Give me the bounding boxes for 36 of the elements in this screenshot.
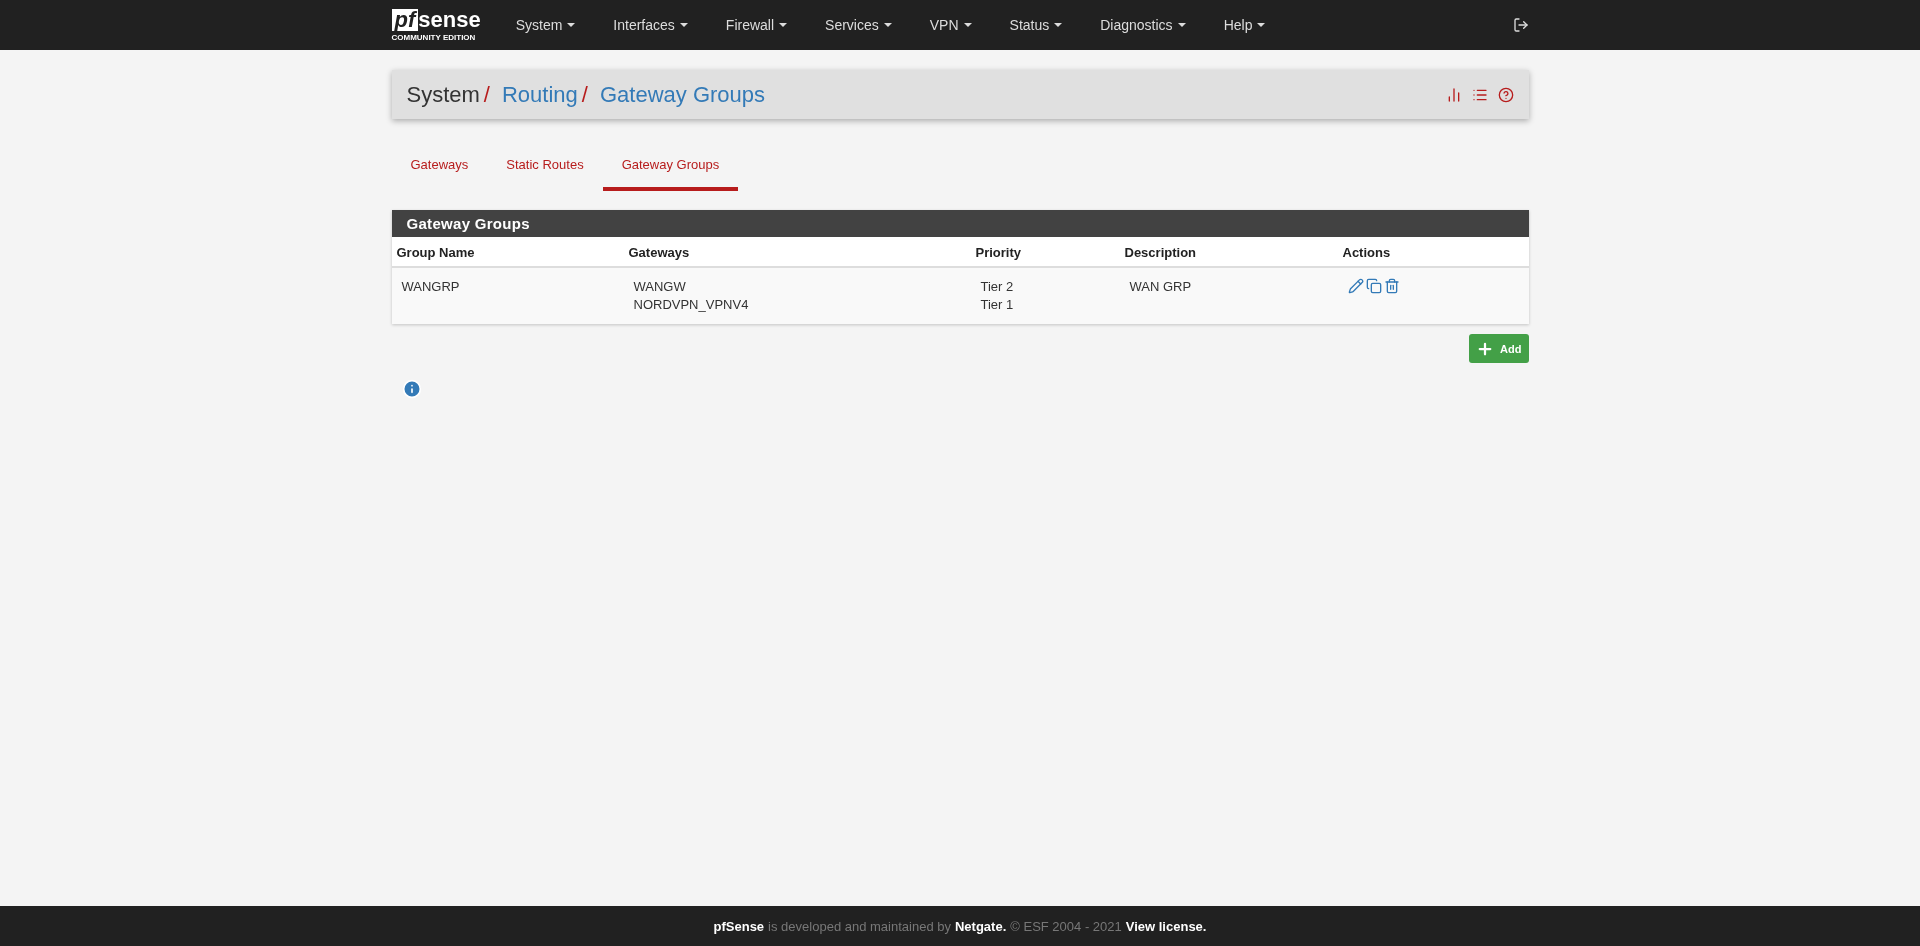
- logout-icon[interactable]: [1512, 17, 1529, 33]
- trash-icon[interactable]: [1383, 278, 1400, 294]
- footer-link[interactable]: View license.: [1125, 918, 1207, 934]
- breadcrumb-separator: /: [581, 81, 588, 108]
- info-icon[interactable]: [401, 379, 422, 399]
- nav-menu-item[interactable]: Firewall: [706, 17, 807, 33]
- nav-menu-item[interactable]: Interfaces: [594, 17, 707, 33]
- help-icon[interactable]: [1497, 86, 1514, 103]
- logo-mark: pf: [391, 8, 419, 31]
- nav-menu-item[interactable]: Diagnostics: [1081, 17, 1205, 33]
- footer-text: pfSense: [713, 918, 765, 934]
- footer-text: © ESF 2004 - 2021: [1010, 918, 1122, 934]
- logo-edition: COMMUNITY EDITION: [391, 32, 476, 42]
- tab[interactable]: Static Routes: [487, 141, 603, 191]
- nav-menu-item[interactable]: System: [496, 17, 595, 33]
- panel-title: Gateway Groups: [391, 210, 1529, 237]
- nav-menu-item[interactable]: VPN: [910, 17, 991, 33]
- table-cell: WAN GRP: [1119, 267, 1338, 324]
- gateway-name: WANGW: [633, 278, 686, 296]
- tab[interactable]: Gateway Groups: [602, 141, 739, 191]
- priority-label: Tier 1: [980, 296, 1014, 314]
- nav-menu-item[interactable]: Help: [1204, 17, 1285, 33]
- nav-menu-item[interactable]: Status: [990, 17, 1082, 33]
- gateway-name: NORDVPN_VPNV4: [633, 296, 749, 314]
- priority-label: Tier 2: [980, 278, 1014, 296]
- breadcrumb-text: System: [406, 81, 480, 108]
- footer-link[interactable]: Netgate.: [954, 918, 1007, 934]
- nav-menu-item[interactable]: Services: [806, 17, 911, 33]
- edit-icon[interactable]: [1347, 278, 1364, 294]
- pfsense-logo[interactable]: pfsense COMMUNITY EDITION: [391, 8, 481, 42]
- tab[interactable]: Gateways: [391, 141, 488, 191]
- table-cell: WANGRP: [391, 267, 624, 324]
- footer-text: is developed and maintained by: [768, 918, 951, 934]
- logo-word: sense: [418, 8, 481, 31]
- breadcrumb-separator: /: [483, 81, 490, 108]
- copy-icon[interactable]: [1365, 278, 1382, 294]
